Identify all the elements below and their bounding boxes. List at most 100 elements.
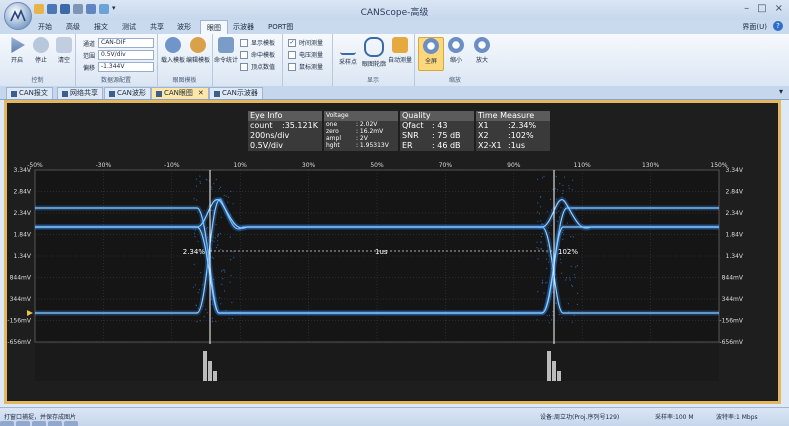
show-mask-check[interactable]: 显示模板 (240, 38, 275, 47)
ribbon-tab-waveform[interactable]: 波形 (177, 22, 191, 32)
close-button[interactable]: × (775, 3, 783, 14)
doc-tab-network-share[interactable]: 网络共享 (57, 87, 103, 99)
ribbon-tab-port[interactable]: PORT图 (268, 22, 293, 32)
fullscreen-button[interactable]: 全屏 (418, 37, 444, 71)
app-logo-icon (10, 9, 26, 22)
sample-point (543, 175, 545, 177)
eye-diagram-canvas[interactable]: -50% -30% -10% 10% 30% 50% 70% 90% 110% 130% 150% … (7, 103, 778, 401)
sample-points-button[interactable]: 采样点 (336, 37, 360, 66)
sample-point (546, 281, 548, 283)
sample-point (537, 248, 539, 250)
sample-point (207, 226, 209, 229)
zoom-in-button[interactable]: 放大 (470, 37, 494, 64)
sample-point (539, 196, 542, 198)
maximize-button[interactable]: □ (757, 3, 766, 14)
mouse-measure-check[interactable]: 鼠标测量 (288, 62, 323, 71)
sample-point (224, 271, 226, 273)
vertex-value-check[interactable]: 顶点数值 (240, 62, 275, 71)
time-measure-check[interactable]: ✓ 时间测量 (288, 38, 323, 47)
hit-mask-check[interactable]: 命中模板 (240, 50, 275, 59)
sample-point (232, 251, 234, 253)
histogram-bar (213, 371, 217, 381)
sample-point (230, 259, 232, 261)
sample-point (230, 275, 232, 277)
y-tick-label-right: -656mV (719, 339, 743, 346)
sample-point (217, 240, 219, 242)
tab-list-dropdown[interactable]: ▾ (779, 87, 783, 96)
histogram-bar (547, 351, 551, 381)
sample-point (537, 258, 539, 260)
doc-tab-can-eye[interactable]: CAN眼图 ✕ (151, 87, 209, 99)
zoom-out-button[interactable]: 缩小 (444, 37, 468, 64)
group-label: 控制 (31, 77, 44, 84)
sample-point (555, 198, 558, 200)
doc-tab-can-scope[interactable]: CAN示波器 (209, 87, 263, 99)
sample-point (231, 318, 233, 320)
sample-point (559, 183, 561, 185)
sample-point (233, 257, 235, 259)
sample-point (577, 292, 579, 294)
sample-point (540, 241, 542, 243)
ribbon-tab-messages[interactable]: 报文 (94, 22, 108, 32)
ribbon-tab-eye[interactable]: 眼图 (200, 20, 228, 34)
load-mask-button[interactable]: 载入模板 (160, 37, 186, 64)
stop-button[interactable]: 停止 (30, 37, 52, 64)
voltage-measure-check[interactable]: 电压测量 (288, 50, 323, 59)
zoom-out-icon (448, 37, 464, 53)
sample-point (215, 247, 218, 249)
sample-point (540, 248, 542, 250)
sample-point (231, 301, 233, 304)
sample-point (540, 206, 542, 208)
eye-contour-button[interactable]: 眼图轮廓 (362, 37, 386, 68)
sample-point (217, 235, 219, 237)
group-stats: 命令统计 显示模板 命中模板 顶点数值 (212, 34, 283, 86)
y-tick-label: 844mV (10, 275, 32, 282)
channel-select[interactable]: 通道 CAN-DIF (83, 38, 155, 48)
x-tick-label: -10% (164, 162, 180, 169)
y-tick-label-right: 1.34V (726, 253, 744, 260)
doc-tab-can-waveform[interactable]: CAN波形 (104, 87, 151, 99)
sample-point (566, 277, 568, 279)
offset-input[interactable]: 偏移 -1.344V (83, 62, 155, 72)
minimize-button[interactable]: – (744, 3, 749, 14)
sample-point (541, 232, 543, 234)
group-label: 数据源配置 (100, 77, 131, 84)
help-icon[interactable]: ? (773, 21, 783, 31)
sample-point (228, 317, 230, 319)
start-button[interactable]: 开启 (6, 37, 28, 64)
sample-point (571, 321, 573, 323)
app-menu-button[interactable] (4, 2, 32, 30)
sample-point (555, 212, 558, 214)
y-tick-label-right: 344mV (722, 296, 744, 303)
sample-point (560, 207, 562, 209)
stop-icon (33, 37, 49, 53)
range-select[interactable]: 范围 0.5V/div (83, 50, 155, 60)
sample-point (546, 267, 548, 269)
ribbon-tab-home[interactable]: 开始 (38, 22, 52, 32)
skin-menu[interactable]: 界面(U) (742, 22, 767, 32)
auto-measure-button[interactable]: 自动测量 (388, 37, 412, 64)
status-device: 设备:周立功(Proj.序列号129) (540, 414, 620, 421)
sample-point (217, 244, 219, 246)
y-tick-label-right: 844mV (722, 275, 744, 282)
tab-icon (214, 90, 220, 97)
ribbon-tab-advanced[interactable]: 高级 (66, 22, 80, 32)
sample-point (563, 176, 566, 178)
ribbon-tab-test[interactable]: 测试 (122, 22, 136, 32)
sample-point (227, 196, 229, 198)
sample-point (562, 192, 564, 195)
ribbon-tab-scope[interactable]: 示波器 (233, 22, 254, 32)
sample-point (571, 189, 573, 191)
sample-point (546, 314, 548, 317)
sample-point (538, 213, 541, 215)
close-tab-icon[interactable]: ✕ (198, 88, 204, 99)
ribbon-tab-share[interactable]: 共享 (150, 22, 164, 32)
hit-stats-button[interactable]: 命令统计 (214, 37, 238, 64)
histogram-area (35, 344, 719, 381)
sample-point (572, 179, 574, 181)
x-tick-label: 110% (574, 162, 591, 169)
doc-tab-can-messages[interactable]: CAN报文 (6, 87, 53, 99)
sample-point (205, 308, 207, 310)
clear-button[interactable]: 清空 (53, 37, 75, 64)
edit-mask-button[interactable]: 编辑模板 (185, 37, 211, 64)
